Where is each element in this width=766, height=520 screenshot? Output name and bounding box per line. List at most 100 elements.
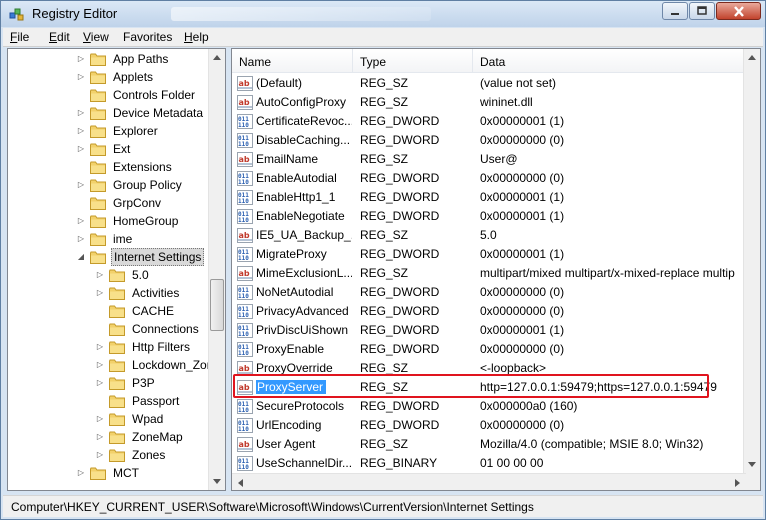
value-row[interactable]: ab EmailName REG_SZ User@ xyxy=(232,150,746,169)
svg-text:110: 110 xyxy=(238,331,249,338)
minimize-button[interactable] xyxy=(662,2,688,20)
values-vertical-scrollbar[interactable] xyxy=(743,49,760,490)
maximize-button[interactable] xyxy=(689,2,715,20)
svg-text:110: 110 xyxy=(238,350,249,357)
menu-view[interactable]: View xyxy=(83,30,109,44)
values-scroll-down-button[interactable] xyxy=(744,456,760,473)
expand-arrow-icon[interactable]: ▷ xyxy=(95,432,105,442)
values-scroll-left-button[interactable] xyxy=(232,474,248,490)
tree-item[interactable]: GrpConv xyxy=(76,194,163,212)
binary-value-icon: 011 110 xyxy=(237,171,253,186)
expand-arrow-icon[interactable]: ▷ xyxy=(76,144,86,154)
expand-arrow-icon[interactable]: ▷ xyxy=(76,54,86,64)
tree-item[interactable]: ▷ Wpad xyxy=(95,410,165,428)
tree-item[interactable]: Controls Folder xyxy=(76,86,197,104)
value-row[interactable]: ab (Default) REG_SZ (value not set) xyxy=(232,74,746,93)
tree-scroll-up-button[interactable] xyxy=(209,49,225,66)
expand-arrow-icon[interactable]: ▷ xyxy=(76,126,86,136)
tree-item[interactable]: ▷ App Paths xyxy=(76,50,170,68)
tree-item[interactable]: ▷ Ext xyxy=(76,140,132,158)
value-row[interactable]: ab IE5_UA_Backup_... REG_SZ 5.0 xyxy=(232,226,746,245)
value-row[interactable]: 011 110 SecureProtocols REG_DWORD 0x000000a0… xyxy=(232,397,746,416)
tree-item[interactable]: ▷ ime xyxy=(76,230,134,248)
value-row[interactable]: 011 110 ProxyEnable REG_DWORD 0x00000000 (0) xyxy=(232,340,746,359)
expand-arrow-icon[interactable]: ▷ xyxy=(95,288,105,298)
tree-item[interactable]: ▷ Activities xyxy=(95,284,181,302)
tree-item[interactable]: Connections xyxy=(95,320,201,338)
value-type: REG_SZ xyxy=(360,228,409,242)
column-header-data[interactable]: Data xyxy=(473,49,746,72)
value-row[interactable]: 011 110 UseSchannelDir... REG_BINARY 01 00 0… xyxy=(232,454,746,473)
expand-arrow-icon[interactable]: ▷ xyxy=(76,216,86,226)
tree-item[interactable]: ▷ MCT xyxy=(76,464,141,482)
menu-file[interactable]: File xyxy=(10,30,29,44)
value-row[interactable]: 011 110 CertificateRevoc... REG_DWORD 0x0000… xyxy=(232,112,746,131)
value-row[interactable]: ab MimeExclusionL... REG_SZ multipart/mixed… xyxy=(232,264,746,283)
tree-item[interactable]: ▷ Zones xyxy=(95,446,167,464)
value-data: Mozilla/4.0 (compatible; MSIE 8.0; Win32… xyxy=(480,437,704,451)
value-row[interactable]: ab AutoConfigProxy REG_SZ wininet.dll xyxy=(232,93,746,112)
column-header-name[interactable]: Name xyxy=(232,49,353,72)
expand-arrow-icon[interactable]: ▷ xyxy=(95,360,105,370)
tree-item[interactable]: ▷ P3P xyxy=(95,374,157,392)
tree-item-label: GrpConv xyxy=(113,196,162,210)
expand-arrow-icon[interactable]: ▷ xyxy=(76,468,86,478)
expand-arrow-icon[interactable]: ▷ xyxy=(95,270,105,280)
close-button[interactable] xyxy=(716,2,761,20)
expand-arrow-icon[interactable]: ▷ xyxy=(76,180,86,190)
tree-item[interactable]: ▷ ZoneMap xyxy=(95,428,185,446)
string-value-icon: ab xyxy=(237,95,253,110)
expand-arrow-icon[interactable]: ▷ xyxy=(95,342,105,352)
folder-icon xyxy=(109,413,125,426)
value-row[interactable]: 011 110 UrlEncoding REG_DWORD 0x00000000 (0) xyxy=(232,416,746,435)
values-list-pane[interactable]: Name Type Data ab (Default) REG_SZ (value n… xyxy=(231,48,761,491)
tree-item[interactable]: ▷ Applets xyxy=(76,68,155,86)
tree-item-label: ime xyxy=(113,232,133,246)
expand-arrow-icon[interactable]: ▷ xyxy=(95,414,105,424)
column-header-type[interactable]: Type xyxy=(353,49,473,72)
tree-item[interactable]: CACHE xyxy=(95,302,176,320)
tree-item[interactable]: Passport xyxy=(95,392,181,410)
value-row[interactable]: 011 110 EnableNegotiate REG_DWORD 0x00000001… xyxy=(232,207,746,226)
menu-help[interactable]: Help xyxy=(184,30,209,44)
value-row[interactable]: 011 110 MigrateProxy REG_DWORD 0x00000001 (1… xyxy=(232,245,746,264)
values-scroll-right-button[interactable] xyxy=(729,474,745,490)
key-tree-pane[interactable]: ▷ MCT ▷ Zones ▷ ZoneMap ▷ Wpad Passport ▷ P3P ▷ Lock… xyxy=(7,48,226,491)
tree-item-label: Group Policy xyxy=(113,178,182,192)
value-row[interactable]: ab User Agent REG_SZ Mozilla/4.0 (compatibl… xyxy=(232,435,746,454)
tree-item[interactable]: ▷ 5.0 xyxy=(95,266,151,284)
tree-item[interactable]: ▷ Lockdown_Zor xyxy=(95,356,213,374)
value-row[interactable]: 011 110 DisableCaching... REG_DWORD 0x000000… xyxy=(232,131,746,150)
menu-favorites[interactable]: Favorites xyxy=(123,30,172,44)
tree-item[interactable]: ◢ Internet Settings xyxy=(76,248,205,266)
tree-item[interactable]: ▷ Device Metadata xyxy=(76,104,205,122)
tree-vertical-scrollbar[interactable] xyxy=(208,49,225,490)
expand-arrow-icon[interactable]: ▷ xyxy=(95,378,105,388)
values-scroll-up-button[interactable] xyxy=(744,49,760,66)
collapse-arrow-icon[interactable]: ◢ xyxy=(76,252,86,262)
expand-arrow-icon[interactable]: ▷ xyxy=(76,234,86,244)
tree-item[interactable]: ▷ HomeGroup xyxy=(76,212,180,230)
value-data: multipart/mixed multipart/x-mixed-replac… xyxy=(480,266,735,280)
menu-edit[interactable]: Edit xyxy=(49,30,70,44)
tree-scroll-down-button[interactable] xyxy=(209,473,225,490)
tree-item[interactable]: Extensions xyxy=(76,158,174,176)
tree-scroll-thumb[interactable] xyxy=(210,279,224,331)
value-row[interactable]: 011 110 PrivacyAdvanced REG_DWORD 0x00000000… xyxy=(232,302,746,321)
value-row[interactable]: 011 110 EnableAutodial REG_DWORD 0x00000000 … xyxy=(232,169,746,188)
menu-file-label: ile xyxy=(17,30,30,44)
value-name: User Agent xyxy=(256,437,316,451)
expand-arrow-icon[interactable]: ▷ xyxy=(76,72,86,82)
values-horizontal-scrollbar[interactable] xyxy=(232,473,746,490)
tree-item[interactable]: ▷ Http Filters xyxy=(95,338,192,356)
tree-item[interactable]: ▷ Explorer xyxy=(76,122,160,140)
expand-arrow-icon[interactable]: ▷ xyxy=(95,450,105,460)
expand-arrow-icon[interactable]: ▷ xyxy=(76,108,86,118)
tree-item[interactable]: ▷ Group Policy xyxy=(76,176,184,194)
value-row[interactable]: 011 110 NoNetAutodial REG_DWORD 0x00000000 (… xyxy=(232,283,746,302)
value-row[interactable]: 011 110 EnableHttp1_1 REG_DWORD 0x00000001 (… xyxy=(232,188,746,207)
value-row[interactable]: 011 110 PrivDiscUiShown REG_DWORD 0x00000001… xyxy=(232,321,746,340)
title-bar[interactable]: Registry Editor xyxy=(1,1,765,27)
registry-editor-window: Registry Editor File Edit View Favorites… xyxy=(0,0,766,520)
